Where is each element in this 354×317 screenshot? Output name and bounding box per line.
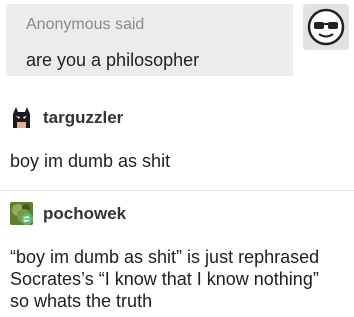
ask-box: Anonymous said are you a philosopher: [6, 4, 293, 76]
post-text-line: Socrates’s “I know that I know nothing”: [10, 269, 319, 289]
ask-question: are you a philosopher: [26, 50, 200, 70]
post-body: “boy im dumb as shit” is just rephrased …: [10, 246, 319, 312]
post-header: targuzzler: [10, 106, 123, 129]
sunglasses-face-icon: [307, 8, 345, 46]
post-body: boy im dumb as shit: [10, 150, 170, 172]
divider: [0, 190, 354, 191]
post-header: pochowek: [10, 202, 126, 225]
batman-mask-icon: [10, 106, 33, 129]
avatar[interactable]: [10, 106, 33, 129]
asker-name: Anonymous said: [26, 16, 145, 33]
avatar[interactable]: [10, 202, 33, 225]
post-text-line: “boy im dumb as shit” is just rephrased: [10, 247, 320, 267]
avatar-image: [10, 202, 33, 225]
anonymous-avatar[interactable]: [303, 4, 349, 50]
username[interactable]: pochowek: [43, 204, 126, 224]
post-text-line: so whats the truth: [10, 291, 153, 311]
username[interactable]: targuzzler: [43, 108, 123, 128]
post-text-line: boy im dumb as shit: [10, 151, 171, 171]
